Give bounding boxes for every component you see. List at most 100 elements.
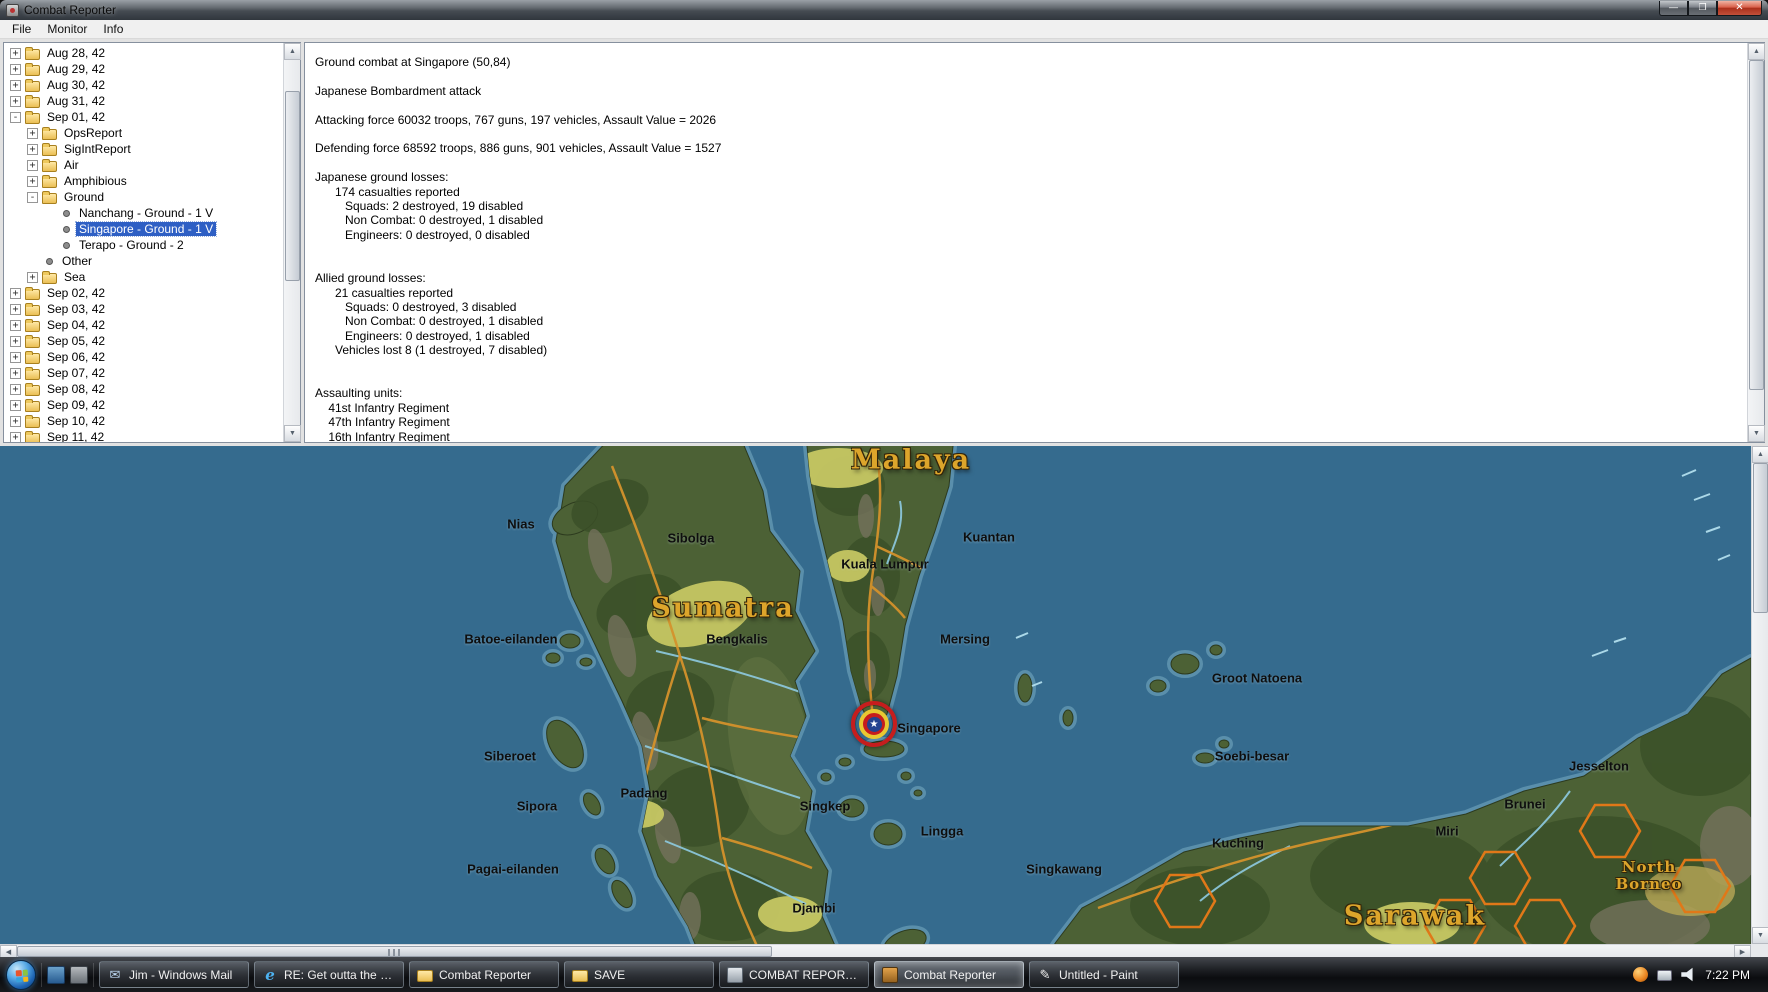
tree-item[interactable]: + Sep 03, 42 bbox=[4, 301, 283, 317]
tree-item[interactable]: + Sep 04, 42 bbox=[4, 317, 283, 333]
tree-item-label[interactable]: Aug 29, 42 bbox=[44, 62, 108, 76]
tree-item-label[interactable]: Sep 05, 42 bbox=[44, 334, 108, 348]
expand-icon[interactable]: + bbox=[10, 399, 21, 411]
expand-icon[interactable]: + bbox=[27, 127, 38, 139]
scrollbar-thumb[interactable] bbox=[17, 946, 772, 957]
quick-launch-icon[interactable] bbox=[47, 965, 65, 984]
tree-item[interactable]: + Sep 07, 42 bbox=[4, 365, 283, 381]
expand-icon[interactable]: + bbox=[27, 175, 38, 187]
tree-item[interactable]: Singapore - Ground - 1 V bbox=[4, 221, 283, 237]
tree-item-label[interactable]: Nanchang - Ground - 1 V bbox=[76, 206, 216, 220]
expand-icon[interactable]: + bbox=[27, 271, 38, 283]
tree-item-label[interactable]: Other bbox=[59, 254, 95, 268]
expand-icon[interactable]: + bbox=[10, 351, 21, 363]
tree-item[interactable]: - Sep 01, 42 bbox=[4, 109, 283, 125]
expand-icon[interactable]: + bbox=[27, 143, 38, 155]
tree-item-label[interactable]: Air bbox=[61, 158, 82, 172]
expand-icon[interactable]: + bbox=[10, 47, 21, 59]
expand-icon[interactable]: + bbox=[10, 287, 21, 299]
map-vertical-scrollbar[interactable]: ▲ ▼ bbox=[1751, 446, 1768, 944]
tree-item-label[interactable]: Ground bbox=[61, 190, 107, 204]
network-icon[interactable] bbox=[1657, 970, 1673, 981]
tree-item[interactable]: + SigIntReport bbox=[4, 141, 283, 157]
scroll-up-icon[interactable]: ▲ bbox=[1748, 43, 1765, 60]
tree-item[interactable]: + Amphibious bbox=[4, 173, 283, 189]
clock[interactable]: 7:22 PM bbox=[1705, 968, 1750, 982]
tree-view[interactable]: + Aug 28, 42 + Aug 29, 42 + Aug 30, 42 + Aug 31… bbox=[4, 43, 283, 442]
tree-item-label[interactable]: Aug 31, 42 bbox=[44, 94, 108, 108]
tree-item[interactable]: - Ground bbox=[4, 189, 283, 205]
taskbar-button[interactable]: RE: Get outta the wa... bbox=[254, 961, 404, 988]
tree-item-label[interactable]: Sep 06, 42 bbox=[44, 350, 108, 364]
tree-item-label[interactable]: OpsReport bbox=[61, 126, 125, 140]
tree-item-label[interactable]: Sep 04, 42 bbox=[44, 318, 108, 332]
minimize-button[interactable]: — bbox=[1659, 0, 1688, 16]
scroll-up-icon[interactable]: ▲ bbox=[284, 43, 301, 60]
scroll-down-icon[interactable]: ▼ bbox=[284, 425, 301, 442]
tree-item[interactable]: Other bbox=[4, 253, 283, 269]
tree-item-label[interactable]: Sep 02, 42 bbox=[44, 286, 108, 300]
scrollbar-thumb[interactable] bbox=[1753, 463, 1768, 613]
start-button[interactable] bbox=[6, 959, 36, 990]
expand-icon[interactable]: + bbox=[10, 431, 21, 442]
volume-icon[interactable] bbox=[1681, 967, 1693, 982]
tree-item-label[interactable]: Sep 08, 42 bbox=[44, 382, 108, 396]
expand-icon[interactable]: + bbox=[27, 159, 38, 171]
expand-icon[interactable]: + bbox=[10, 383, 21, 395]
collapse-icon[interactable]: - bbox=[10, 111, 21, 123]
scroll-up-icon[interactable]: ▲ bbox=[1752, 446, 1768, 463]
expand-icon[interactable]: + bbox=[10, 95, 21, 107]
tree-item-label[interactable]: Sep 07, 42 bbox=[44, 366, 108, 380]
tree-item-label[interactable]: Sea bbox=[61, 270, 88, 284]
tree-item[interactable]: + Aug 28, 42 bbox=[4, 45, 283, 61]
tree-item-label[interactable]: Singapore - Ground - 1 V bbox=[74, 221, 218, 237]
expand-icon[interactable]: + bbox=[10, 303, 21, 315]
report-scrollbar[interactable]: ▲ ▼ bbox=[1747, 43, 1765, 442]
tree-item-label[interactable]: Amphibious bbox=[61, 174, 130, 188]
scrollbar-thumb[interactable] bbox=[285, 91, 300, 281]
scroll-right-icon[interactable]: ▶ bbox=[1734, 945, 1751, 957]
expand-icon[interactable]: + bbox=[10, 79, 21, 91]
tree-item-label[interactable]: Sep 11, 42 bbox=[44, 430, 107, 442]
tree-item-label[interactable]: Sep 10, 42 bbox=[44, 414, 108, 428]
taskbar-button[interactable]: Jim - Windows Mail bbox=[99, 961, 249, 988]
maximize-button[interactable]: ❐ bbox=[1688, 0, 1717, 16]
tray-gadget-icon[interactable] bbox=[1633, 967, 1649, 982]
tree-item-label[interactable]: Sep 03, 42 bbox=[44, 302, 108, 316]
taskbar-button[interactable]: Combat Reporter bbox=[409, 961, 559, 988]
tree-item-label[interactable]: Sep 09, 42 bbox=[44, 398, 108, 412]
tree-item-label[interactable]: Aug 28, 42 bbox=[44, 46, 108, 60]
expand-icon[interactable]: + bbox=[10, 367, 21, 379]
tree-item[interactable]: + Aug 30, 42 bbox=[4, 77, 283, 93]
tree-item-label[interactable]: Sep 01, 42 bbox=[44, 110, 108, 124]
tree-item[interactable]: + Sep 09, 42 bbox=[4, 397, 283, 413]
tree-item-label[interactable]: Aug 30, 42 bbox=[44, 78, 108, 92]
expand-icon[interactable]: + bbox=[10, 319, 21, 331]
scroll-down-icon[interactable]: ▼ bbox=[1752, 927, 1768, 944]
tree-item[interactable]: + Sep 02, 42 bbox=[4, 285, 283, 301]
tree-item[interactable]: + Sep 05, 42 bbox=[4, 333, 283, 349]
quick-launch-icon[interactable] bbox=[70, 965, 88, 984]
close-button[interactable]: ✕ bbox=[1717, 0, 1762, 16]
tree-item[interactable]: + Sep 06, 42 bbox=[4, 349, 283, 365]
tree-item[interactable]: + Sea bbox=[4, 269, 283, 285]
tree-item[interactable]: + Air bbox=[4, 157, 283, 173]
taskbar-button[interactable]: SAVE bbox=[564, 961, 714, 988]
scrollbar-thumb[interactable] bbox=[1749, 60, 1764, 390]
expand-icon[interactable]: + bbox=[10, 415, 21, 427]
tree-item-label[interactable]: Terapo - Ground - 2 bbox=[76, 238, 187, 252]
tree-item[interactable]: + Sep 10, 42 bbox=[4, 413, 283, 429]
tree-item[interactable]: + Aug 29, 42 bbox=[4, 61, 283, 77]
tree-item[interactable]: Terapo - Ground - 2 bbox=[4, 237, 283, 253]
map-pane[interactable]: Malaya Sumatra Sarawak North Borneo Nias Sibol… bbox=[0, 446, 1768, 957]
collapse-icon[interactable]: - bbox=[27, 191, 38, 203]
tree-item[interactable]: Nanchang - Ground - 1 V bbox=[4, 205, 283, 221]
tree-item-label[interactable]: SigIntReport bbox=[61, 142, 134, 156]
map-horizontal-scrollbar[interactable]: ◀ ▶ bbox=[0, 944, 1751, 957]
tree-item[interactable]: + Aug 31, 42 bbox=[4, 93, 283, 109]
expand-icon[interactable]: + bbox=[10, 335, 21, 347]
taskbar-button[interactable]: Combat Reporter bbox=[874, 961, 1024, 988]
scroll-left-icon[interactable]: ◀ bbox=[0, 945, 17, 957]
tree-item[interactable]: + Sep 11, 42 bbox=[4, 429, 283, 442]
taskbar-button[interactable]: Untitled - Paint bbox=[1029, 961, 1179, 988]
